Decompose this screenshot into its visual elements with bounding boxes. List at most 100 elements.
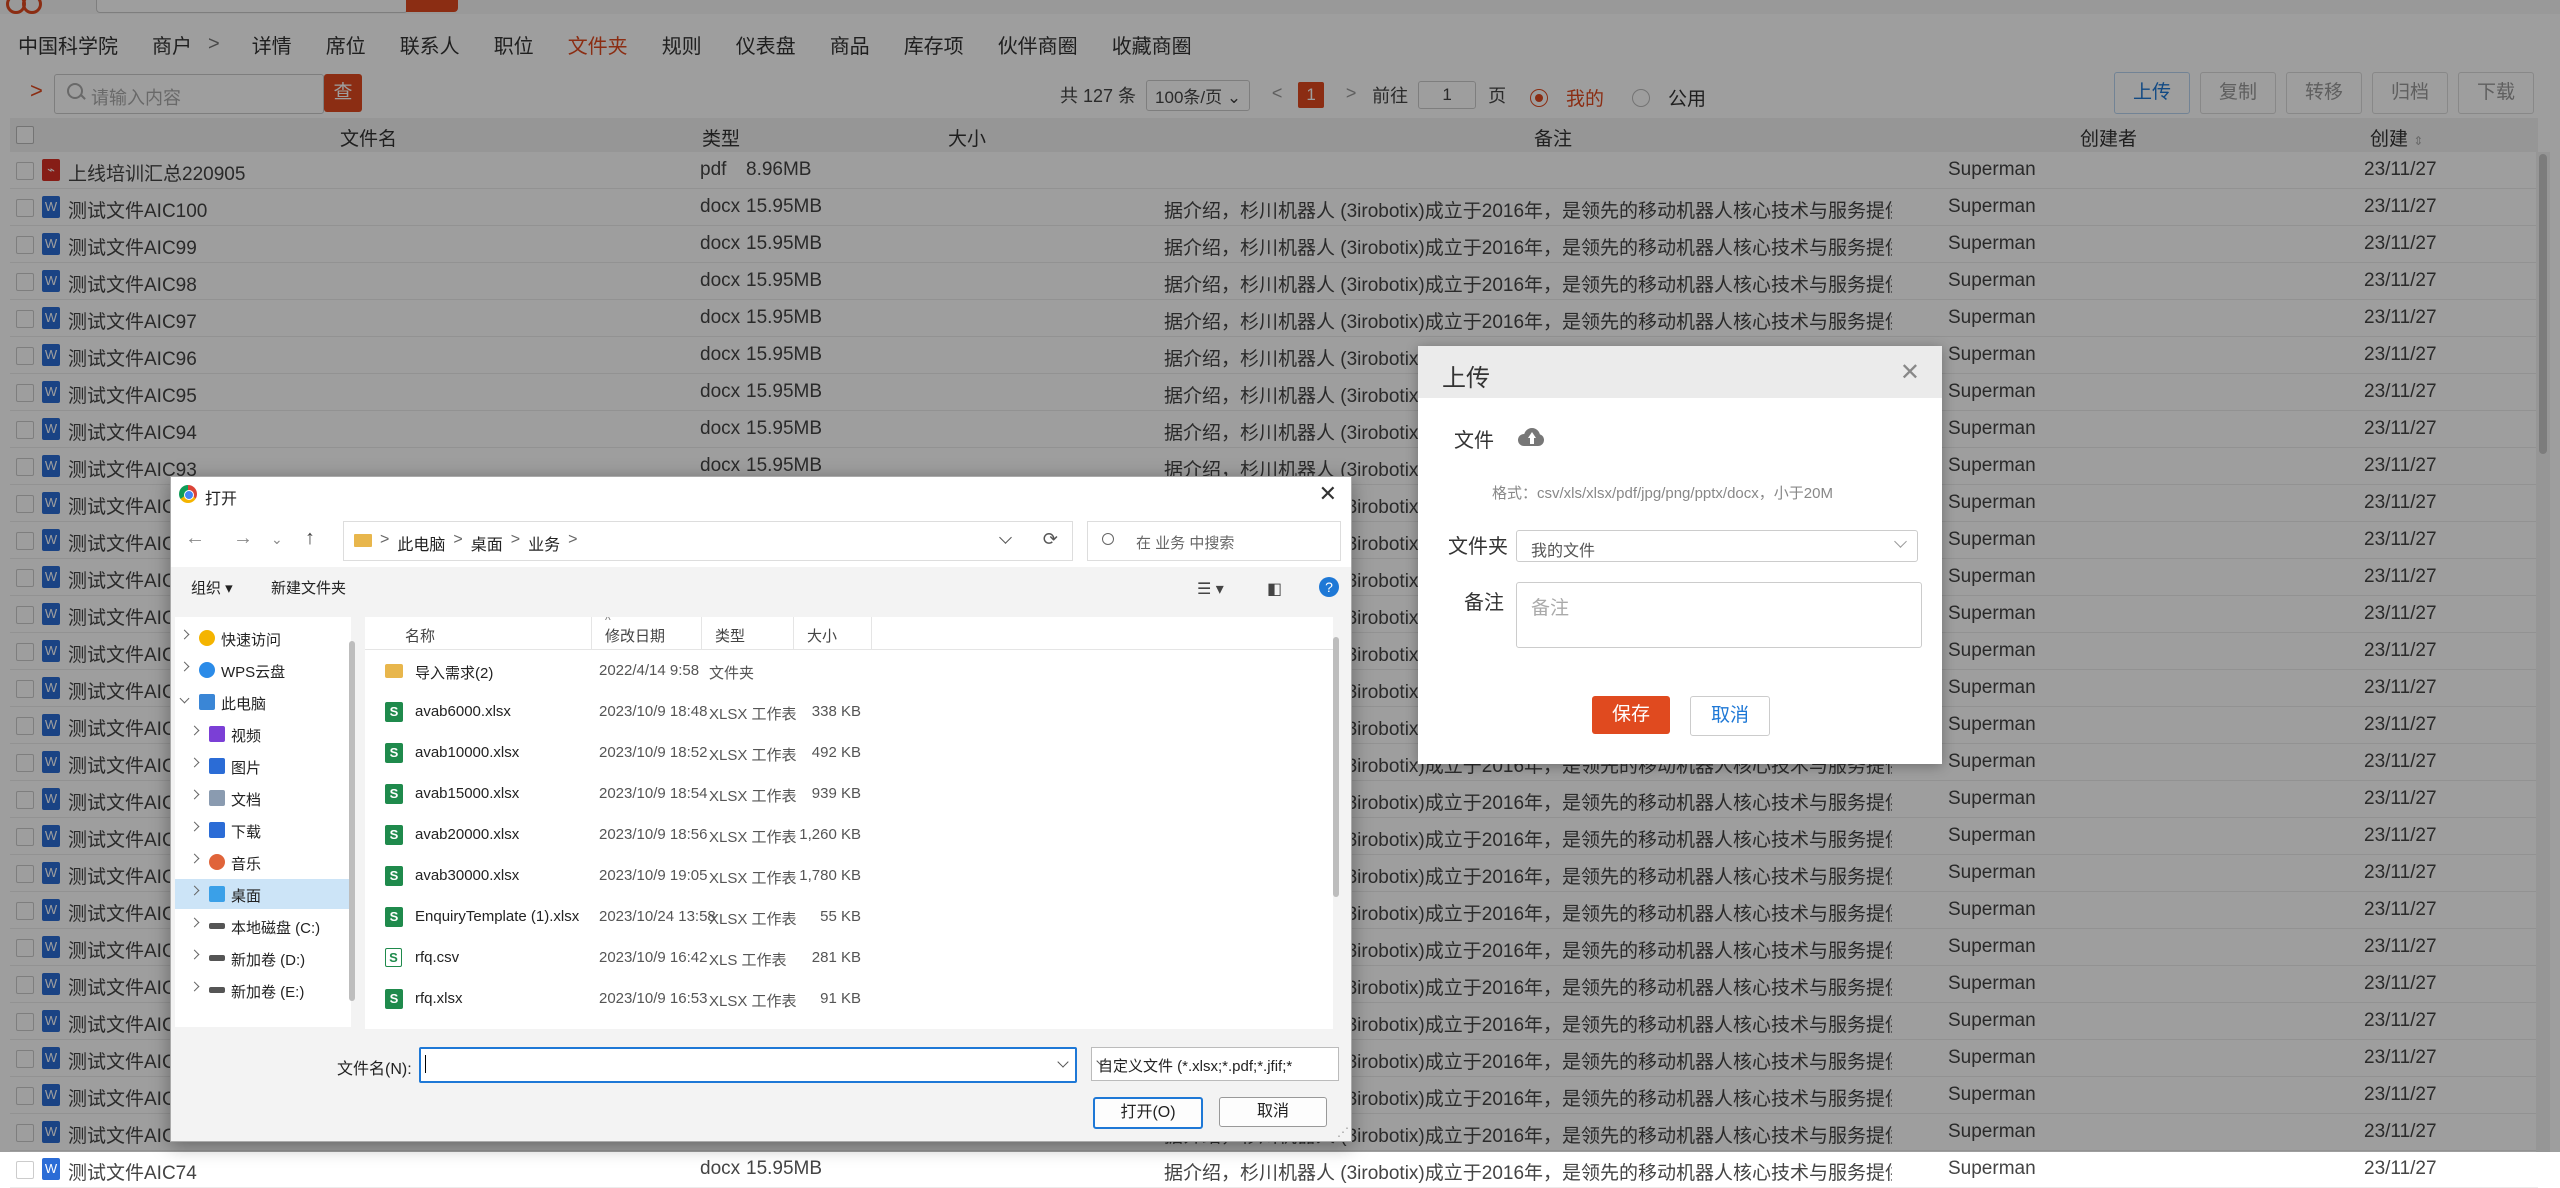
- tree-item-label: 音乐: [231, 856, 262, 873]
- crumb-desktop[interactable]: 桌面: [471, 531, 503, 555]
- file-list-scrollbar[interactable]: [1333, 637, 1339, 897]
- expand-chevron-icon[interactable]: [189, 757, 200, 768]
- tree-item[interactable]: 下载: [175, 815, 351, 845]
- crumb-this-pc[interactable]: 此电脑: [397, 531, 445, 555]
- cancel-button[interactable]: 取消: [1690, 696, 1770, 736]
- organize-menu[interactable]: 组织 ▾: [191, 577, 233, 598]
- file-item-date: 2023/10/9 16:42: [599, 949, 708, 966]
- cloud-icon: [199, 662, 215, 678]
- tree-item[interactable]: 快速访问: [175, 623, 351, 653]
- address-bar[interactable]: > 此电脑 > 桌面 > 业务 > ⟳: [343, 521, 1073, 561]
- address-dropdown-icon[interactable]: [999, 531, 1012, 544]
- file-label: 文件: [1454, 430, 1494, 452]
- file-list-item[interactable]: Srfq.csv 2023/10/9 16:42 XLS 工作表 281 KB: [365, 938, 1333, 978]
- new-folder-button[interactable]: 新建文件夹: [271, 577, 346, 598]
- file-item-name: 导入需求(2): [415, 665, 494, 682]
- back-arrow-icon[interactable]: ←: [185, 527, 205, 550]
- column-divider[interactable]: [701, 617, 702, 649]
- file-list-item[interactable]: Srfq.xlsx 2023/10/9 16:53 XLSX 工作表 91 KB: [365, 979, 1333, 1019]
- tree-item-label: 新加卷 (E:): [231, 984, 305, 1001]
- file-list-item[interactable]: Savab6000.xlsx 2023/10/9 18:48 XLSX 工作表 338…: [365, 692, 1333, 732]
- view-options-icon[interactable]: ☰ ▾: [1197, 579, 1224, 599]
- file-name[interactable]: 测试文件AIC74: [68, 1158, 197, 1185]
- forward-arrow-icon[interactable]: →: [233, 527, 253, 550]
- desktop-icon: [209, 886, 225, 902]
- file-list-item[interactable]: Savab10000.xlsx 2023/10/9 18:52 XLSX 工作表 49…: [365, 733, 1333, 773]
- file-item-type: XLS 工作表: [709, 952, 787, 969]
- file-item-name: avab10000.xlsx: [415, 744, 520, 761]
- close-icon[interactable]: ✕: [1900, 358, 1920, 387]
- tree-scrollbar[interactable]: [349, 641, 355, 1001]
- recent-locations-icon[interactable]: ⌄: [271, 531, 283, 548]
- crumb-separator: >: [568, 531, 578, 548]
- resize-grip-icon[interactable]: ⋰: [1337, 1125, 1349, 1139]
- tree-item[interactable]: 新加卷 (D:): [175, 943, 351, 973]
- expand-chevron-icon[interactable]: [189, 725, 200, 736]
- spreadsheet-icon: S: [385, 784, 403, 804]
- dialog-close-icon[interactable]: ✕: [1319, 481, 1337, 507]
- up-arrow-icon[interactable]: ↑: [305, 527, 315, 550]
- file-type: docx: [700, 1158, 741, 1179]
- col-file-type[interactable]: 类型: [715, 625, 745, 646]
- file-item-date: 2023/10/9 18:52: [599, 744, 708, 761]
- column-divider[interactable]: [871, 617, 872, 649]
- expand-chevron-icon[interactable]: [189, 981, 200, 992]
- tree-item[interactable]: 音乐: [175, 847, 351, 877]
- expand-chevron-icon[interactable]: [179, 693, 190, 704]
- filetype-value: 自定义文件 (*.xlsx;*.pdf;*.jfif;*: [1098, 1058, 1293, 1075]
- cloud-upload-icon[interactable]: [1518, 428, 1544, 446]
- tree-item-label: 本地磁盘 (C:): [231, 920, 321, 937]
- column-divider[interactable]: [591, 617, 592, 649]
- tree-item[interactable]: WPS云盘: [175, 655, 351, 685]
- folder-icon: [385, 664, 403, 678]
- spreadsheet-icon: S: [385, 989, 403, 1009]
- tree-item-label: 新加卷 (D:): [231, 952, 306, 969]
- crumb-business[interactable]: 业务: [528, 531, 560, 555]
- drive-icon: [209, 923, 225, 929]
- crumb-separator: >: [453, 531, 463, 548]
- expand-chevron-icon[interactable]: [189, 885, 200, 896]
- file-list-item[interactable]: Savab30000.xlsx 2023/10/9 19:05 XLSX 工作表 1,…: [365, 856, 1333, 896]
- tree-item[interactable]: 新加卷 (E:): [175, 975, 351, 1005]
- help-icon[interactable]: ?: [1319, 577, 1339, 597]
- tree-item-label: 快速访问: [221, 632, 282, 649]
- table-row[interactable]: W 测试文件AIC74 docx 15.95MB 据介绍，杉川机器人 (3iroboti…: [10, 1151, 2538, 1188]
- tree-item[interactable]: 文档: [175, 783, 351, 813]
- expand-chevron-icon[interactable]: [189, 789, 200, 800]
- col-file-size[interactable]: 大小: [807, 625, 837, 646]
- preview-pane-icon[interactable]: ◧: [1267, 579, 1282, 599]
- file-list-item[interactable]: Savab20000.xlsx 2023/10/9 18:56 XLSX 工作表 1,…: [365, 815, 1333, 855]
- note-textarea[interactable]: 备注: [1516, 582, 1922, 648]
- column-divider[interactable]: [793, 617, 794, 649]
- tree-item[interactable]: 图片: [175, 751, 351, 781]
- text-caret: [425, 1055, 426, 1073]
- expand-chevron-icon[interactable]: [189, 821, 200, 832]
- filename-history-icon[interactable]: [1057, 1056, 1069, 1068]
- dialog-cancel-button[interactable]: 取消: [1219, 1097, 1327, 1127]
- file-item-type: XLSX 工作表: [709, 870, 797, 887]
- col-modified[interactable]: 修改日期: [605, 625, 665, 646]
- refresh-icon[interactable]: ⟳: [1043, 529, 1058, 550]
- upload-modal-header: 上传 ✕: [1418, 346, 1942, 398]
- filename-input[interactable]: [419, 1047, 1077, 1083]
- col-file-name[interactable]: 名称: [405, 625, 435, 646]
- expand-chevron-icon[interactable]: [189, 853, 200, 864]
- folder-select[interactable]: 我的文件: [1516, 530, 1918, 562]
- expand-chevron-icon[interactable]: [179, 629, 190, 640]
- tree-item[interactable]: 桌面: [175, 879, 351, 909]
- expand-chevron-icon[interactable]: [179, 661, 190, 672]
- tree-item[interactable]: 视频: [175, 719, 351, 749]
- tree-item-label: 视频: [231, 728, 262, 745]
- save-button[interactable]: 保存: [1592, 696, 1670, 734]
- tree-item[interactable]: 此电脑: [175, 687, 351, 717]
- dialog-search-input[interactable]: 在 业务 中搜索: [1087, 521, 1341, 561]
- expand-chevron-icon[interactable]: [189, 917, 200, 928]
- file-list-item[interactable]: S EnquiryTemplate (1).xlsx 2023/10/24 13:5…: [365, 897, 1333, 937]
- filetype-select[interactable]: 自定义文件 (*.xlsx;*.pdf;*.jfif;*: [1091, 1047, 1339, 1081]
- expand-chevron-icon[interactable]: [189, 949, 200, 960]
- file-list-item[interactable]: Savab15000.xlsx 2023/10/9 18:54 XLSX 工作表 93…: [365, 774, 1333, 814]
- row-checkbox[interactable]: [16, 1161, 34, 1179]
- open-button[interactable]: 打开(O): [1093, 1097, 1203, 1129]
- file-list-item[interactable]: 导入需求(2) 2022/4/14 9:58 文件夹: [365, 651, 1333, 691]
- tree-item[interactable]: 本地磁盘 (C:): [175, 911, 351, 941]
